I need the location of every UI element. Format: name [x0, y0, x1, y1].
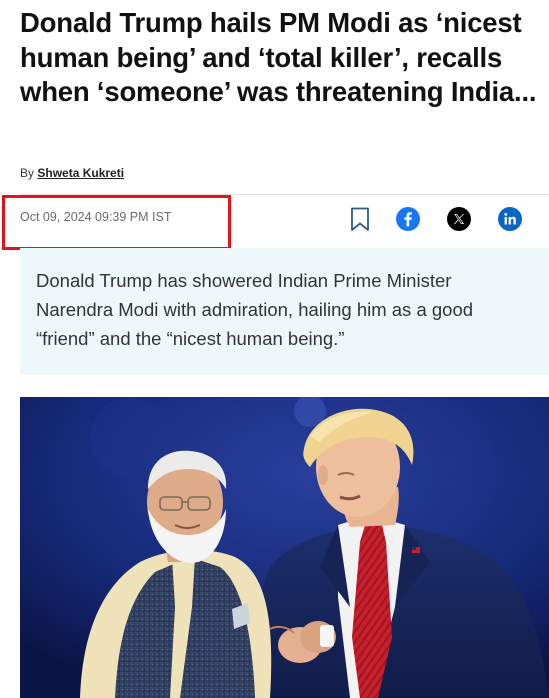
- article-summary-box: Donald Trump has showered Indian Prime M…: [20, 248, 549, 375]
- article-photo[interactable]: [20, 397, 549, 698]
- facebook-icon[interactable]: [396, 207, 420, 231]
- byline: By Shweta Kukreti: [20, 166, 124, 180]
- linkedin-icon[interactable]: [498, 207, 522, 231]
- headline: Donald Trump hails PM Modi as ‘nicest hu…: [20, 7, 537, 107]
- author-link[interactable]: Shweta Kukreti: [37, 166, 124, 180]
- bookmark-icon[interactable]: [350, 207, 370, 232]
- photo-illustration: [20, 397, 549, 698]
- x-icon[interactable]: [447, 207, 471, 231]
- date-highlight-box: [2, 195, 231, 250]
- article-summary: Donald Trump has showered Indian Prime M…: [36, 270, 474, 349]
- byline-prefix: By: [20, 166, 35, 180]
